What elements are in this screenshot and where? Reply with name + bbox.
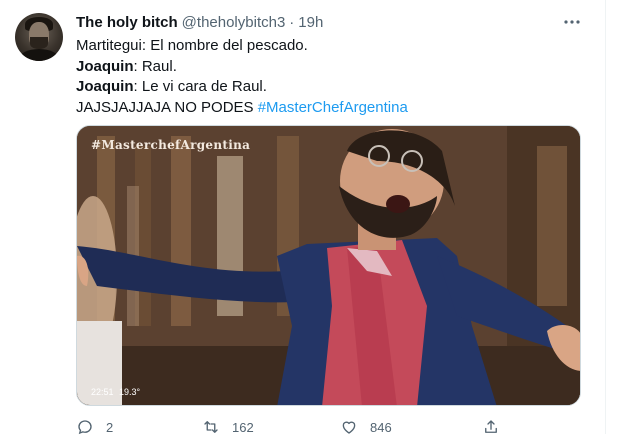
tweet-time[interactable]: 19h — [298, 14, 323, 31]
avatar-beard — [30, 37, 48, 49]
reply-icon — [78, 420, 92, 435]
tweet-line: Joaquin: Le vi cara de Raul. — [76, 77, 596, 98]
share-icon — [485, 420, 497, 433]
tweet-line: Martitegui: El nombre del pescado. — [76, 36, 596, 57]
media-overlay-time: 22:51 — [91, 387, 114, 397]
separator-dot: · — [289, 13, 295, 31]
like-count: 846 — [370, 419, 392, 435]
share-button[interactable] — [482, 418, 500, 436]
hashtag-link[interactable]: #MasterChefArgentina — [258, 99, 408, 116]
more-icon[interactable] — [562, 12, 582, 32]
tweet-line-text: : Raul. — [133, 57, 177, 75]
tweet-media[interactable]: #MasterchefArgentina 22:51 19.3° — [76, 125, 581, 406]
tweet-line-bold: Joaquin — [76, 57, 134, 75]
tweet-header: The holy bitch @theholybitch3 · 19h — [76, 12, 323, 32]
tweet-line-text: JAJSJAJJAJA NO PODES — [76, 98, 258, 116]
timeline-border — [605, 0, 606, 434]
retweet-count: 162 — [232, 419, 254, 435]
media-image — [77, 126, 580, 405]
reply-count: 2 — [106, 419, 114, 435]
tweet-line: Joaquin: Raul. — [76, 57, 596, 78]
reply-button[interactable]: 2 — [76, 418, 113, 436]
media-watermark: #MasterchefArgentina — [91, 138, 251, 152]
avatar[interactable] — [15, 13, 63, 61]
like-icon — [342, 421, 356, 434]
media-overlay-temp: 19.3° — [119, 387, 141, 397]
avatar-body — [19, 49, 59, 61]
retweet-button[interactable]: 162 — [202, 418, 254, 436]
tweet-text: Martitegui: El nombre del pescado. Joaqu… — [76, 36, 596, 118]
tweet-line: JAJSJAJJAJA NO PODES #MasterChefArgentin… — [76, 98, 596, 119]
like-button[interactable]: 846 — [340, 418, 392, 436]
author-name[interactable]: The holy bitch — [76, 14, 178, 31]
tweet-line-text: : Le vi cara de Raul. — [133, 78, 267, 95]
tweet-actions: 2 162 846 — [76, 418, 581, 438]
retweet-icon — [204, 421, 218, 433]
tweet-line-text: Martitegui: El nombre del pescado. — [76, 37, 308, 54]
tweet-line-bold: Joaquin — [76, 78, 134, 95]
author-handle[interactable]: @theholybitch3 — [182, 14, 286, 31]
